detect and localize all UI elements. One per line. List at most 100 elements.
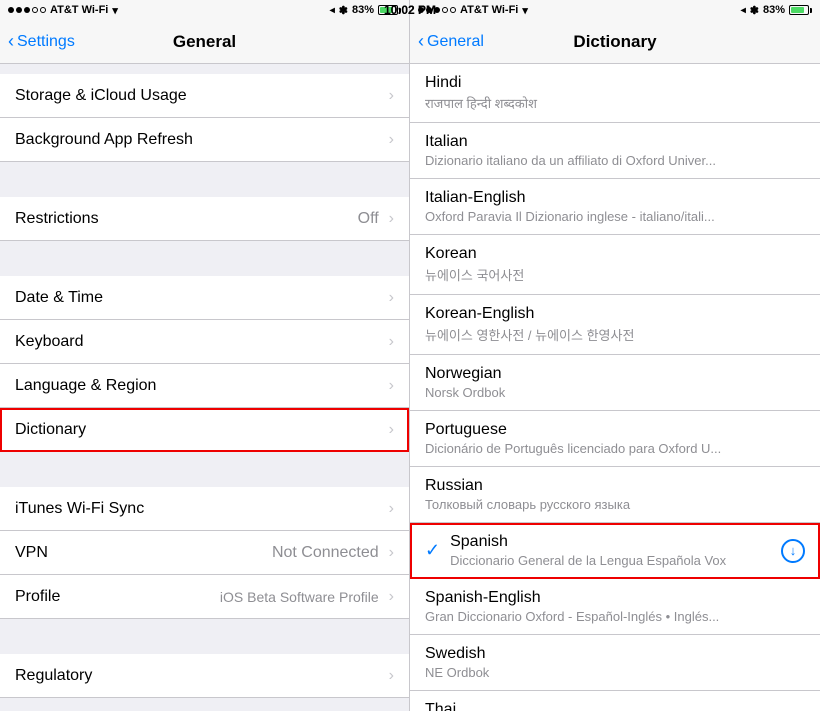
itunes-label: iTunes Wi-Fi Sync	[15, 500, 385, 518]
dict-italian-english-name: Italian-English	[425, 189, 805, 207]
dictionary-label: Dictionary	[15, 421, 385, 439]
wifi-icon: ▾	[112, 4, 118, 17]
dict-norwegian-name: Norwegian	[425, 365, 805, 383]
left-nav-bar: ‹ Settings General	[0, 20, 409, 64]
left-status-left: AT&T Wi-Fi ▾	[8, 4, 118, 17]
left-nav-title: General	[173, 32, 236, 52]
settings-item-datetime[interactable]: Date & Time ›	[0, 276, 409, 320]
dictionary-chevron: ›	[389, 421, 394, 439]
left-battery-pct: 83%	[352, 4, 374, 16]
dict-spanish-english-name: Spanish-English	[425, 589, 805, 607]
storage-chevron: ›	[389, 87, 394, 105]
settings-item-language[interactable]: Language & Region ›	[0, 364, 409, 408]
dict-item-italian-english-text: Italian-English Oxford Paravia Il Dizion…	[425, 189, 805, 224]
dict-portuguese-desc: Dicionário de Português licenciado para …	[425, 441, 745, 456]
dict-item-spanish[interactable]: ✓ Spanish Diccionario General de la Leng…	[410, 523, 820, 579]
left-back-button[interactable]: ‹ Settings	[8, 32, 75, 52]
background-label: Background App Refresh	[15, 131, 385, 149]
dict-item-thai-text: Thai พจนานุกรมไทย ฉบับทันสมัยและสมบูรณ์	[425, 701, 805, 711]
profile-chevron: ›	[389, 588, 394, 606]
settings-item-dictionary[interactable]: Dictionary ›	[0, 408, 409, 452]
left-settings-list: Storage & iCloud Usage › Background App …	[0, 64, 409, 711]
regulatory-chevron: ›	[389, 667, 394, 685]
datetime-chevron: ›	[389, 289, 394, 307]
dict-item-spanish-text: Spanish Diccionario General de la Lengua…	[450, 533, 773, 568]
dict-item-korean-english[interactable]: Korean-English 뉴에이스 영한사전 / 뉴에이스 한영사전	[410, 295, 820, 355]
dict-korean-english-name: Korean-English	[425, 305, 805, 323]
signal-icon	[8, 7, 46, 13]
dict-norwegian-desc: Norsk Ordbok	[425, 385, 745, 400]
keyboard-label: Keyboard	[15, 333, 385, 351]
settings-item-background[interactable]: Background App Refresh ›	[0, 118, 409, 162]
right-back-label: General	[427, 33, 484, 51]
dict-item-korean[interactable]: Korean 뉴에이스 국어사전	[410, 235, 820, 295]
datetime-label: Date & Time	[15, 289, 385, 307]
spacer-3	[0, 452, 409, 487]
profile-value: iOS Beta Software Profile	[220, 589, 379, 605]
settings-item-storage[interactable]: Storage & iCloud Usage ›	[0, 74, 409, 118]
profile-label: Profile	[15, 588, 220, 606]
left-panel: AT&T Wi-Fi ▾ 10:02 PM ◂ ✽ 83% ‹ Settings…	[0, 0, 410, 711]
right-back-button[interactable]: ‹ General	[418, 32, 484, 52]
right-battery-icon	[789, 5, 812, 15]
dict-item-portuguese[interactable]: Portuguese Dicionário de Português licen…	[410, 411, 820, 467]
dict-item-spanish-english[interactable]: Spanish-English Gran Diccionario Oxford …	[410, 579, 820, 635]
spacer-1	[0, 162, 409, 197]
dict-item-korean-english-text: Korean-English 뉴에이스 영한사전 / 뉴에이스 한영사전	[425, 305, 805, 344]
dict-spanish-desc: Diccionario General de la Lengua Español…	[450, 553, 770, 568]
regulatory-label: Regulatory	[15, 667, 385, 685]
right-nav-bar: ‹ General Dictionary	[410, 20, 820, 64]
spacer-4	[0, 619, 409, 654]
dict-item-italian-text: Italian Dizionario italiano da un affili…	[425, 133, 805, 168]
dict-korean-desc: 뉴에이스 국어사전	[425, 265, 745, 284]
dict-item-hindi[interactable]: Hindi राजपाल हिन्दी शब्दकोश	[410, 64, 820, 123]
dict-italian-english-desc: Oxford Paravia Il Dizionario inglese - i…	[425, 209, 745, 224]
location-icon: ◂	[330, 5, 335, 16]
checkmark-icon: ✓	[425, 540, 440, 561]
right-carrier: AT&T Wi-Fi	[460, 4, 518, 16]
settings-item-profile[interactable]: Profile iOS Beta Software Profile ›	[0, 575, 409, 619]
dict-hindi-desc: राजपाल हिन्दी शब्दकोश	[425, 94, 745, 112]
dict-item-swedish-text: Swedish NE Ordbok	[425, 645, 805, 680]
right-status-right: ◂ ✽ 83%	[741, 4, 812, 17]
dict-item-portuguese-text: Portuguese Dicionário de Português licen…	[425, 421, 805, 456]
settings-item-regulatory[interactable]: Regulatory ›	[0, 654, 409, 698]
left-carrier: AT&T Wi-Fi	[50, 4, 108, 16]
vpn-chevron: ›	[389, 544, 394, 562]
dict-item-norwegian-text: Norwegian Norsk Ordbok	[425, 365, 805, 400]
dict-korean-english-desc: 뉴에이스 영한사전 / 뉴에이스 한영사전	[425, 325, 745, 344]
restrictions-value: Off	[358, 210, 379, 228]
left-back-chevron: ‹	[8, 31, 14, 52]
dict-item-thai[interactable]: Thai พจนานุกรมไทย ฉบับทันสมัยและสมบูรณ์	[410, 691, 820, 711]
dict-russian-desc: Толковый словарь русского языка	[425, 497, 745, 512]
dict-item-russian[interactable]: Russian Толковый словарь русского языка	[410, 467, 820, 523]
settings-item-vpn[interactable]: VPN Not Connected ›	[0, 531, 409, 575]
spacer-2	[0, 241, 409, 276]
dict-item-swedish[interactable]: Swedish NE Ordbok	[410, 635, 820, 691]
restrictions-label: Restrictions	[15, 210, 358, 228]
right-wifi-icon: ▾	[522, 4, 528, 17]
dict-spanish-name: Spanish	[450, 533, 773, 551]
dict-swedish-name: Swedish	[425, 645, 805, 663]
dict-item-norwegian[interactable]: Norwegian Norsk Ordbok	[410, 355, 820, 411]
language-label: Language & Region	[15, 377, 385, 395]
settings-item-keyboard[interactable]: Keyboard ›	[0, 320, 409, 364]
bluetooth-icon: ✽	[339, 4, 348, 17]
dict-item-spanish-english-text: Spanish-English Gran Diccionario Oxford …	[425, 589, 805, 624]
right-bluetooth-icon: ✽	[750, 4, 759, 17]
dict-russian-name: Russian	[425, 477, 805, 495]
vpn-label: VPN	[15, 544, 272, 562]
itunes-chevron: ›	[389, 500, 394, 518]
settings-item-itunes[interactable]: iTunes Wi-Fi Sync ›	[0, 487, 409, 531]
right-back-chevron: ‹	[418, 31, 424, 52]
dictionary-list: Hindi राजपाल हिन्दी शब्दकोश Italian Dizi…	[410, 64, 820, 711]
background-chevron: ›	[389, 131, 394, 149]
settings-item-restrictions[interactable]: Restrictions Off ›	[0, 197, 409, 241]
dict-item-italian[interactable]: Italian Dizionario italiano da un affili…	[410, 123, 820, 179]
right-panel: AT&T Wi-Fi ▾ 10:02 PM ◂ ✽ 83% ‹ General …	[410, 0, 820, 711]
dict-item-russian-text: Russian Толковый словарь русского языка	[425, 477, 805, 512]
dict-item-italian-english[interactable]: Italian-English Oxford Paravia Il Dizion…	[410, 179, 820, 235]
dict-spanish-english-desc: Gran Diccionario Oxford - Español-Inglés…	[425, 609, 745, 624]
right-status-bar: AT&T Wi-Fi ▾ 10:02 PM ◂ ✽ 83%	[410, 0, 820, 20]
left-status-bar: AT&T Wi-Fi ▾ 10:02 PM ◂ ✽ 83%	[0, 0, 409, 20]
